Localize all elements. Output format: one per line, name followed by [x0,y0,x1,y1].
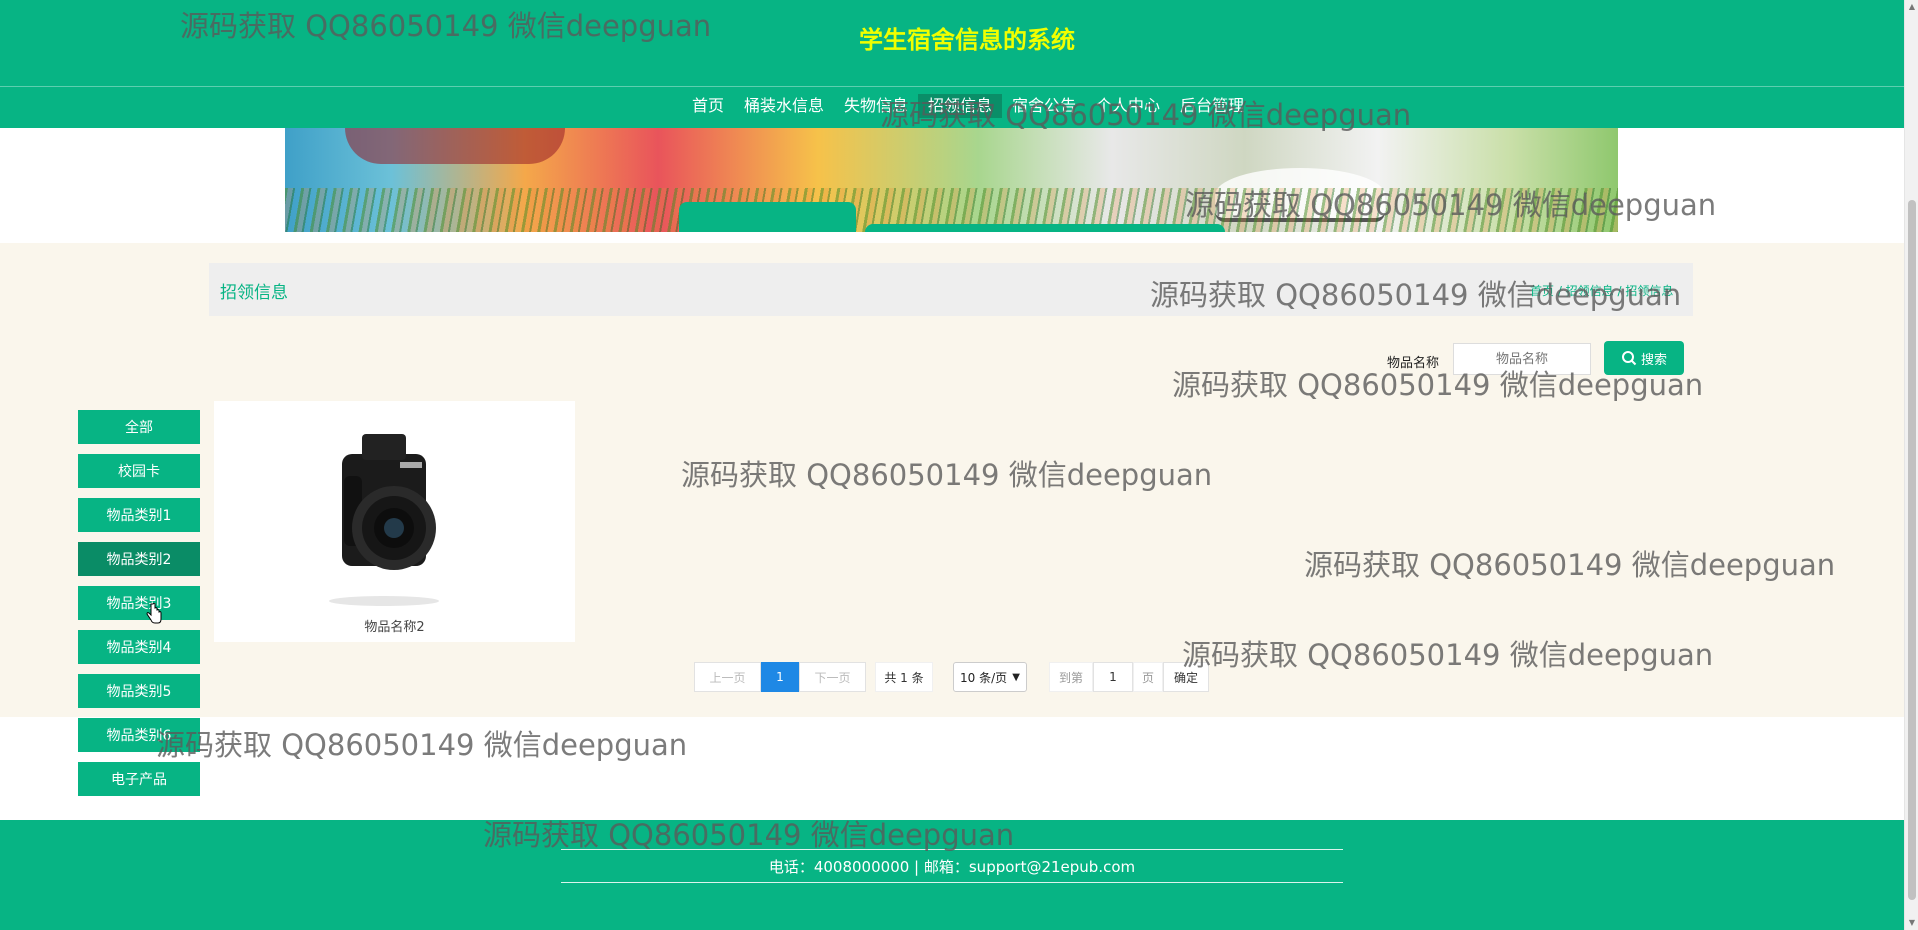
search-button-label: 搜索 [1640,352,1667,368]
nav-item-notice[interactable]: 宿舍公告 [1002,94,1086,118]
category-item-type-4[interactable]: 物品类别4 [78,630,200,664]
search-icon [1621,351,1637,366]
nav-item-profile[interactable]: 个人中心 [1086,94,1170,118]
page-1-button[interactable]: 1 [761,662,799,692]
site-title: 学生宿舍信息的系统 [859,26,1075,54]
nav-item-water[interactable]: 桶装水信息 [734,94,834,118]
nav-item-home[interactable]: 首页 [682,94,734,118]
total-count: 共 1 条 [875,662,933,692]
category-item-type-2[interactable]: 物品类别2 [78,542,200,576]
main-nav: 首页 桶装水信息 失物信息 招领信息 宿舍公告 个人中心 后台管理 [0,94,1904,118]
hand-cursor-icon [146,603,162,624]
nav-divider [0,86,1904,87]
search-input[interactable] [1453,343,1591,375]
next-page-button[interactable]: 下一页 [799,662,866,692]
search-button[interactable]: 搜索 [1604,341,1684,375]
category-item-type-6[interactable]: 物品类别6 [78,718,200,752]
goto-prefix: 到第 [1049,662,1093,692]
category-all[interactable]: 全部 [78,410,200,444]
goto-suffix: 页 [1133,662,1163,692]
scroll-up-icon[interactable]: ▲ [1905,0,1918,14]
goto-confirm-button[interactable]: 确定 [1163,662,1209,692]
scroll-thumb[interactable] [1908,200,1916,900]
product-card[interactable]: 物品名称2 [214,401,575,642]
prev-page-button[interactable]: 上一页 [694,662,761,692]
camera-image [314,416,454,611]
scroll-down-icon[interactable]: ▼ [1905,916,1918,930]
nav-item-found[interactable]: 招领信息 [917,94,1002,118]
breadcrumb [209,263,1693,316]
category-item-type-1[interactable]: 物品类别1 [78,498,200,532]
page-size-select[interactable]: 10 条/页 ▼ [953,662,1027,692]
nav-item-admin[interactable]: 后台管理 [1170,94,1254,118]
nav-item-lost[interactable]: 失物信息 [834,94,918,118]
footer-contact: 电话：4008000000 | 邮箱：support@21epub.com [768,858,1136,876]
page-title: 招领信息 [220,283,288,303]
watermark: 源码获取 QQ86050149 微信deepguan [156,728,688,762]
breadcrumb-path[interactable]: 首页 / 招领信息 / 招领信息 [1530,282,1673,299]
category-electronics[interactable]: 电子产品 [78,762,200,796]
page-scrollbar[interactable]: ▲ ▼ [1904,0,1918,930]
page-size-value: 10 条/页 [960,670,1008,685]
product-name: 物品名称2 [364,620,425,635]
footer-divider-top [561,849,1343,850]
search-label: 物品名称 [1387,356,1440,371]
chevron-down-icon: ▼ [1012,671,1020,683]
category-item-type-3[interactable]: 物品类别3 [78,586,200,620]
goto-page-input[interactable]: 1 [1093,662,1133,692]
category-item-type-5[interactable]: 物品类别5 [78,674,200,708]
banner-image [285,128,1618,232]
footer-divider-bottom [561,882,1343,883]
category-campus-card[interactable]: 校园卡 [78,454,200,488]
